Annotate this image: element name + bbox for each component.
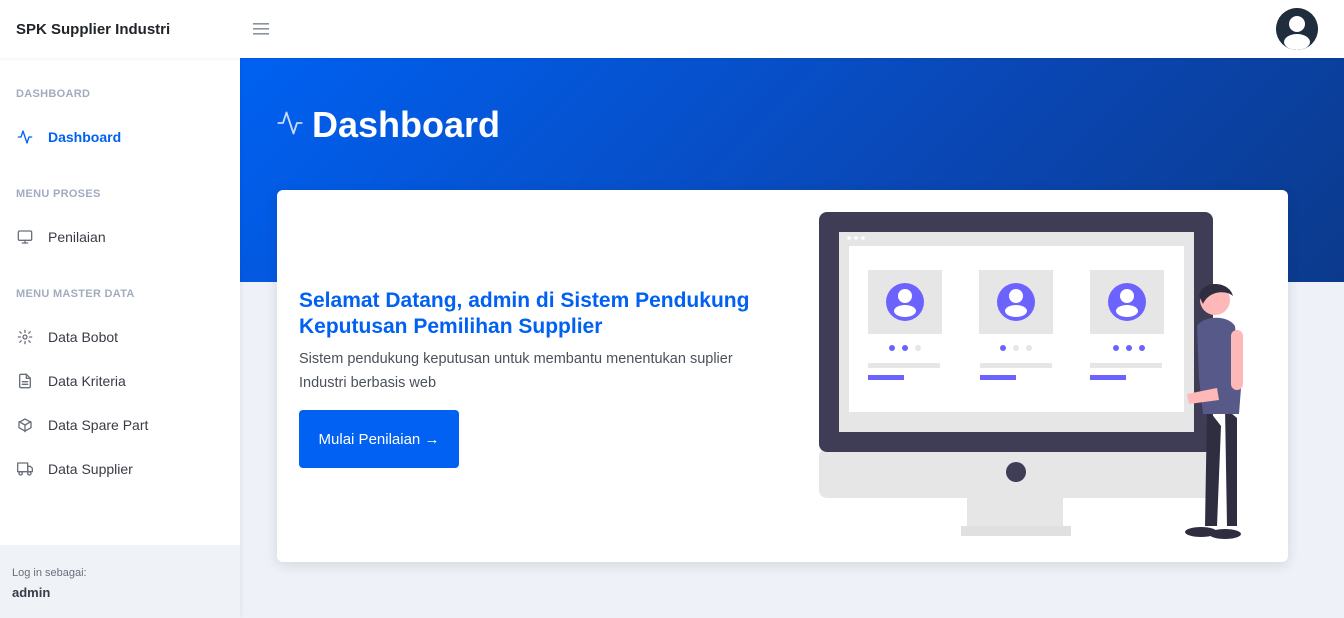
sidebar-item-label: Penilaian [48, 229, 106, 245]
sidebar-heading-master-data: MENU MASTER DATA [16, 288, 135, 300]
login-label: Log in sebagai: [12, 567, 87, 579]
sidebar-item-label: Data Spare Part [48, 417, 149, 433]
sidebar-heading-menu-proses: MENU PROSES [16, 188, 101, 200]
top-navbar: SPK Supplier Industri [0, 0, 1344, 58]
sidebar-item-label: Data Supplier [48, 461, 133, 477]
file-text-icon [16, 372, 34, 390]
welcome-heading: Selamat Datang, admin di Sistem Pendukun… [299, 289, 750, 338]
menu-toggle-icon[interactable] [252, 20, 270, 38]
sidebar-item-data-kriteria[interactable]: Data Kriteria [0, 363, 240, 399]
sidebar-item-dashboard[interactable]: Dashboard [0, 119, 240, 155]
logged-in-user: admin [12, 585, 51, 600]
welcome-card: Selamat Datang, admin di Sistem Pendukun… [277, 190, 1288, 562]
user-avatar[interactable] [1276, 8, 1318, 50]
box-icon [16, 416, 34, 434]
activity-icon [276, 109, 304, 142]
activity-icon [16, 128, 34, 146]
welcome-text: Sistem pendukung keputusan untuk membant… [299, 351, 733, 391]
sidebar-item-data-spare-part[interactable]: Data Spare Part [0, 407, 240, 443]
monitor-icon [16, 228, 34, 246]
settings-icon [16, 328, 34, 346]
sidebar-item-data-supplier[interactable]: Data Supplier [0, 451, 240, 487]
page-title: Dashboard [276, 104, 500, 146]
page-title-text: Dashboard [312, 104, 501, 145]
truck-icon [16, 460, 34, 478]
dashboard-illustration [817, 208, 1277, 548]
sidebar-item-label: Data Kriteria [48, 373, 126, 389]
sidebar-heading-dashboard: DASHBOARD [16, 88, 91, 100]
sidebar-item-penilaian[interactable]: Penilaian [0, 219, 240, 255]
brand-name[interactable]: SPK Supplier Industri [0, 21, 240, 38]
mulai-penilaian-button[interactable]: Mulai Penilaian → [299, 410, 459, 468]
sidebar: DASHBOARD Dashboard MENU PROSES Penilaia… [0, 58, 240, 618]
sidebar-item-label: Dashboard [48, 129, 122, 145]
sidebar-footer: Log in sebagai: admin [0, 545, 240, 618]
sidebar-item-data-bobot[interactable]: Data Bobot [0, 319, 240, 355]
sidebar-item-label: Data Bobot [48, 329, 119, 345]
